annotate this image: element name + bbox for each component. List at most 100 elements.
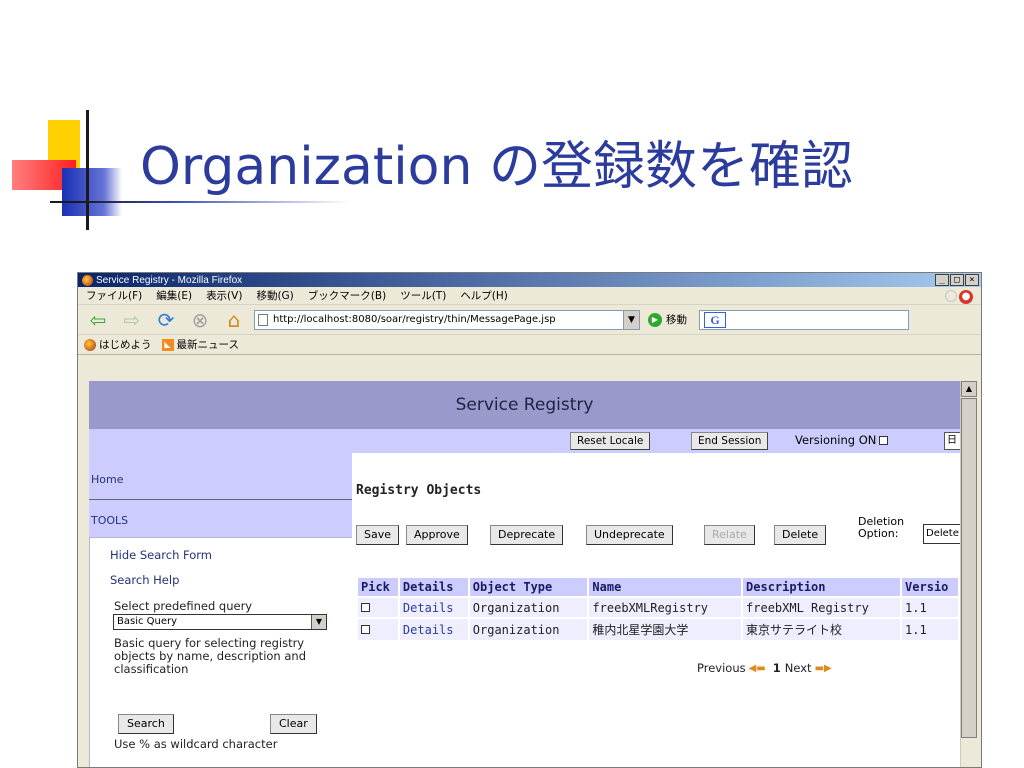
vertical-scrollbar[interactable]: ▲ xyxy=(960,381,977,767)
scrollbar-thumb[interactable] xyxy=(961,398,977,738)
page-icon xyxy=(258,313,268,326)
version-cell: 1.1 xyxy=(902,619,958,640)
reset-locale-button[interactable]: Reset Locale xyxy=(570,432,651,450)
save-button[interactable]: Save xyxy=(356,525,400,545)
menu-bar: ファイル(F) 編集(E) 表示(V) 移動(G) ブックマーク(B) ツール(… xyxy=(78,287,981,305)
search-form: Hide Search Form Search Help Select pred… xyxy=(89,537,352,767)
navigation-toolbar: ⇦ ⇨ ⟳ ⊗ ⌂ http://localhost:8080/soar/reg… xyxy=(78,305,981,335)
bookmark-label: 最新ニュース xyxy=(176,339,239,351)
end-session-button[interactable]: End Session xyxy=(691,432,769,450)
forward-arrow-icon[interactable]: ⇨ xyxy=(118,308,146,332)
relate-button[interactable]: Relate xyxy=(704,525,755,545)
slide: Organization の登録数を確認 Service Registry - … xyxy=(0,0,1024,768)
app-header: Service Registry xyxy=(89,381,960,429)
home-icon[interactable]: ⌂ xyxy=(220,308,248,332)
menu-file[interactable]: ファイル(F) xyxy=(86,288,142,303)
bookmark-latest-news[interactable]: ◣ 最新ニュース xyxy=(161,337,239,352)
predefined-query-select[interactable]: Basic Query ▼ xyxy=(113,614,327,630)
search-input[interactable]: G xyxy=(699,309,909,330)
previous-arrow-icon[interactable]: ◀▬ xyxy=(749,663,766,674)
menu-edit[interactable]: 編集(E) xyxy=(156,288,192,303)
menu-bookmarks[interactable]: ブックマーク(B) xyxy=(308,288,386,303)
object-type-cell: Organization xyxy=(469,619,588,640)
query-description: Basic query for selecting registry objec… xyxy=(114,636,307,676)
versioning-checkbox[interactable] xyxy=(879,435,889,445)
undeprecate-button[interactable]: Undeprecate xyxy=(586,525,673,545)
description-cell: freebXML Registry xyxy=(743,598,901,617)
sidebar: Home TOOLS Hide Search Form Search Help … xyxy=(89,453,352,767)
bookmark-getting-started[interactable]: はじめよう xyxy=(84,337,152,352)
deprecate-button[interactable]: Deprecate xyxy=(490,525,564,545)
column-description: Description xyxy=(743,578,901,596)
delete-button[interactable]: Delete xyxy=(774,525,827,545)
window-controls: _ □ × xyxy=(935,274,979,286)
url-text: http://localhost:8080/soar/registry/thin… xyxy=(273,314,556,325)
search-button[interactable]: Search xyxy=(118,714,174,734)
firefox-bookmark-icon xyxy=(84,338,96,351)
stop-icon[interactable]: ⊗ xyxy=(186,308,214,332)
description-cell: 東京サテライト校 xyxy=(743,619,901,640)
url-input[interactable]: http://localhost:8080/soar/registry/thin… xyxy=(254,309,640,330)
hide-search-form-link[interactable]: Hide Search Form xyxy=(110,548,212,562)
loading-throbber-icon xyxy=(945,290,957,302)
reload-icon[interactable]: ⟳ xyxy=(152,308,180,332)
menu-go[interactable]: 移動(G) xyxy=(256,288,293,303)
next-arrow-icon[interactable]: ▬▶ xyxy=(815,663,832,674)
deco-vertical-line xyxy=(86,110,89,230)
column-name: Name xyxy=(589,578,742,596)
rss-icon: ◣ xyxy=(161,338,174,351)
current-page: 1 xyxy=(772,661,781,675)
details-link[interactable]: Details xyxy=(399,619,468,640)
registry-objects-table: Pick Details Object Type Name Descriptio… xyxy=(356,576,960,642)
bookmark-label: はじめよう xyxy=(99,339,152,351)
pick-checkbox[interactable] xyxy=(361,624,370,634)
approve-button[interactable]: Approve xyxy=(406,525,468,545)
title-bar: Service Registry - Mozilla Firefox _ □ × xyxy=(78,273,981,287)
column-pick: Pick xyxy=(358,578,398,596)
versioning-label: Versioning ON xyxy=(795,433,877,447)
table-header-row: Pick Details Object Type Name Descriptio… xyxy=(358,578,958,596)
wildcard-note: Use % as wildcard character xyxy=(114,737,278,751)
sidebar-item-home[interactable]: Home xyxy=(89,473,352,486)
url-dropdown-icon[interactable]: ▼ xyxy=(623,310,639,329)
sidebar-item-tools[interactable]: TOOLS xyxy=(89,514,352,527)
versioning-toggle: Versioning ON xyxy=(795,433,889,447)
menu-view[interactable]: 表示(V) xyxy=(206,288,242,303)
chevron-down-icon[interactable]: ▼ xyxy=(311,615,326,629)
page-content: Service Registry Reset Locale End Sessio… xyxy=(89,381,960,767)
search-help-link[interactable]: Search Help xyxy=(110,573,179,587)
close-button[interactable]: × xyxy=(965,274,979,286)
next-link[interactable]: Next xyxy=(785,661,812,675)
back-arrow-icon[interactable]: ⇦ xyxy=(84,308,112,332)
menu-help[interactable]: ヘルプ(H) xyxy=(460,288,508,303)
maximize-button[interactable]: □ xyxy=(950,274,964,286)
google-search-icon[interactable]: G xyxy=(704,311,726,328)
deletion-option-label: Deletion Option: xyxy=(858,516,904,540)
clear-button[interactable]: Clear xyxy=(270,714,317,734)
table-row: Details Organization 稚内北星学園大学 東京サテライト校 1… xyxy=(358,619,958,640)
go-label: 移動 xyxy=(666,314,687,326)
go-arrow-icon: ▶ xyxy=(648,312,662,327)
deletion-option-select[interactable]: Delete xyxy=(923,524,960,544)
go-button[interactable]: ▶ 移動 xyxy=(648,312,687,327)
minimize-button[interactable]: _ xyxy=(935,274,949,286)
stop-status-icon: ● xyxy=(959,290,973,304)
version-cell: 1.1 xyxy=(902,598,958,617)
slide-title: Organization の登録数を確認 xyxy=(140,137,853,197)
pick-cell xyxy=(358,598,398,617)
deletion-label-line2: Option: xyxy=(858,527,899,540)
object-type-cell: Organization xyxy=(469,598,588,617)
previous-link[interactable]: Previous xyxy=(697,661,746,675)
name-cell: freebXMLRegistry xyxy=(589,598,742,617)
menu-tools[interactable]: ツール(T) xyxy=(400,288,446,303)
predefined-query-value: Basic Query xyxy=(117,616,178,627)
scroll-up-icon[interactable]: ▲ xyxy=(961,381,977,397)
pick-cell xyxy=(358,619,398,640)
pick-checkbox[interactable] xyxy=(361,602,370,612)
deco-blue-square xyxy=(62,168,122,216)
locale-select[interactable]: 日 xyxy=(944,432,960,450)
details-link[interactable]: Details xyxy=(399,598,468,617)
top-action-bar: Reset Locale End Session Versioning ON 日 xyxy=(89,429,960,453)
select-query-label: Select predefined query xyxy=(114,599,253,613)
column-version: Versio xyxy=(902,578,958,596)
